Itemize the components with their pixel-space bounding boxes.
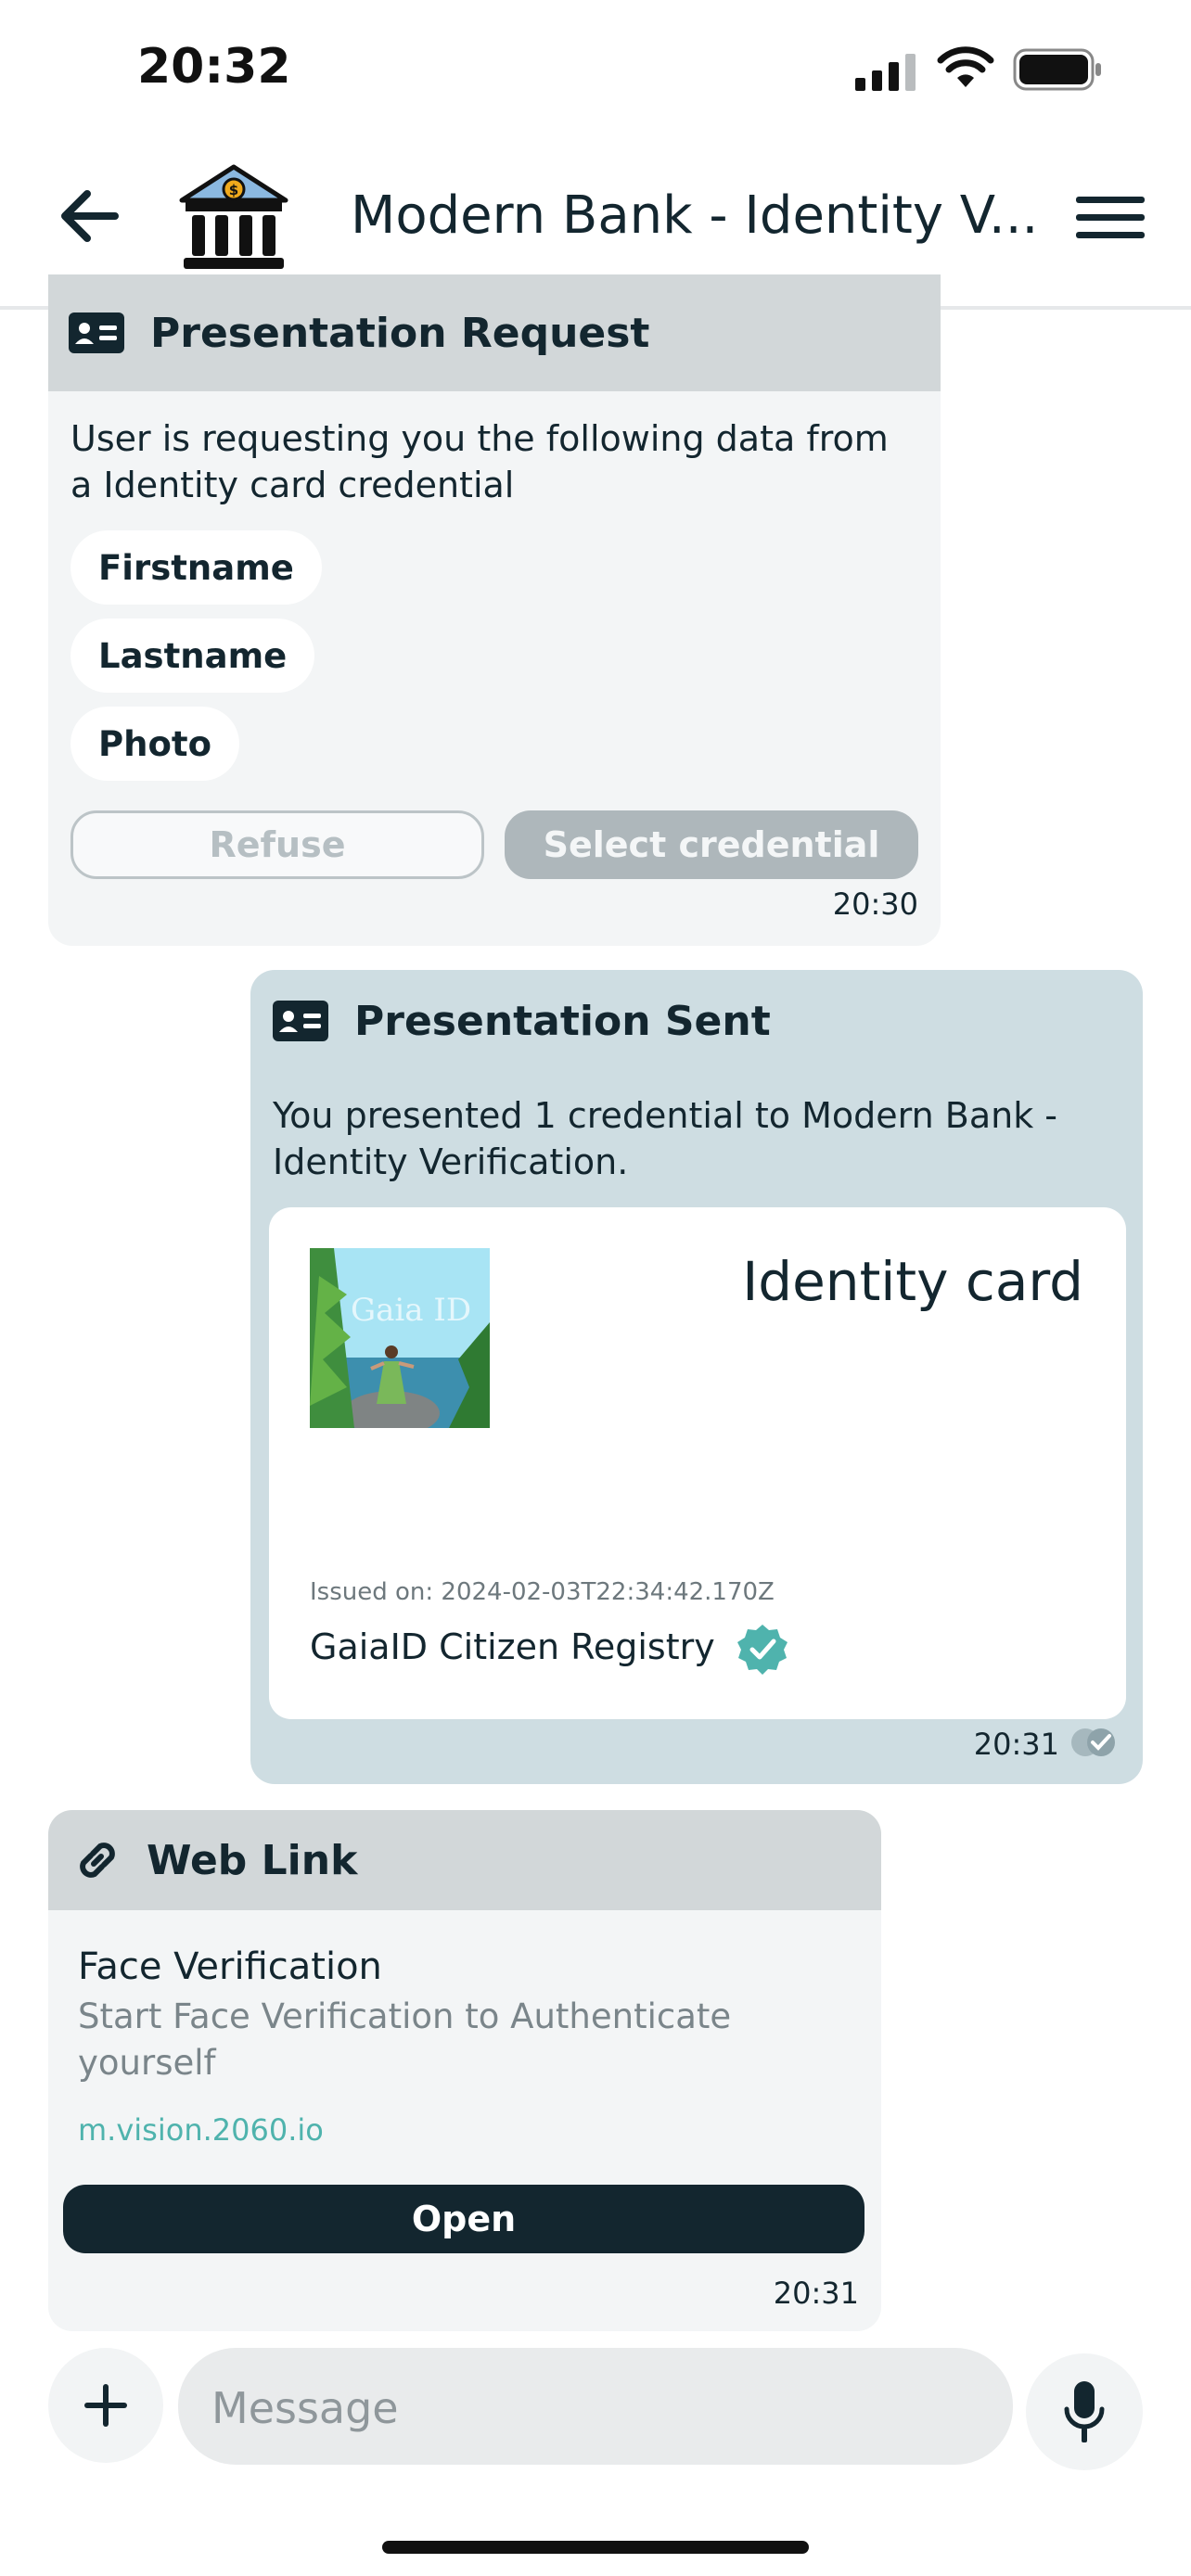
field-chip-firstname: Firstname [70, 530, 322, 605]
attach-button[interactable] [48, 2348, 163, 2463]
message-input[interactable]: Message [178, 2348, 1013, 2465]
web-link-title: Web Link [147, 1836, 358, 1884]
verified-badge-icon [737, 1625, 788, 1675]
microphone-icon [1064, 2381, 1105, 2442]
message-time: 20:31 [973, 1727, 1059, 1762]
plus-icon [84, 2384, 127, 2427]
presentation-sent-title: Presentation Sent [354, 997, 771, 1045]
issuer-name: GaiaID Citizen Registry [310, 1626, 715, 1667]
signal-icon [855, 54, 916, 91]
link-url[interactable]: m.vision.2060.io [78, 2112, 324, 2148]
select-credential-button[interactable]: Select credential [505, 810, 918, 879]
voice-button[interactable] [1026, 2353, 1143, 2470]
wifi-icon [937, 46, 994, 87]
open-link-button[interactable]: Open [63, 2185, 864, 2253]
chat-title: Modern Bank - Identity V... [351, 185, 1039, 246]
message-time: 20:30 [832, 886, 918, 922]
presentation-request-bubble: Presentation Request User is requesting … [48, 274, 941, 946]
svg-text:$: $ [229, 182, 238, 198]
home-indicator [382, 2541, 809, 2554]
sent-description: You presented 1 credential to Modern Ban… [273, 1095, 1058, 1182]
refuse-button[interactable]: Refuse [70, 810, 484, 879]
read-receipt-icon [1071, 1728, 1115, 1756]
status-time: 20:32 [137, 39, 291, 95]
presentation-request-title: Presentation Request [150, 309, 650, 357]
bank-logo-icon: $ [179, 164, 288, 269]
request-description: User is requesting you the following dat… [70, 418, 889, 505]
web-link-bubble: Web Link Face Verification Start Face Ve… [48, 1810, 881, 2331]
credential-image: Gaia ID [310, 1248, 490, 1428]
issued-on: Issued on: 2024-02-03T22:34:42.170Z [310, 1578, 775, 1606]
menu-icon[interactable] [1076, 195, 1145, 241]
presentation-sent-bubble: Presentation Sent You presented 1 creden… [250, 970, 1143, 1784]
credential-title: Identity card [742, 1250, 1083, 1313]
message-time: 20:31 [773, 2276, 859, 2311]
link-title: Face Verification [78, 1945, 382, 1988]
credential-image-text: Gaia ID [351, 1292, 471, 1329]
message-placeholder: Message [211, 2383, 399, 2433]
battery-icon [1013, 48, 1101, 91]
field-chip-lastname: Lastname [70, 618, 315, 693]
id-card-icon [69, 312, 124, 353]
link-icon [80, 1843, 115, 1878]
field-chip-photo: Photo [70, 707, 239, 781]
credential-card[interactable]: Gaia ID Identity card Issued on: 2024-02… [269, 1207, 1126, 1719]
link-description: Start Face Verification to Authenticate … [78, 1996, 732, 2083]
id-card-icon [273, 1001, 328, 1041]
back-arrow-icon[interactable] [58, 185, 122, 247]
